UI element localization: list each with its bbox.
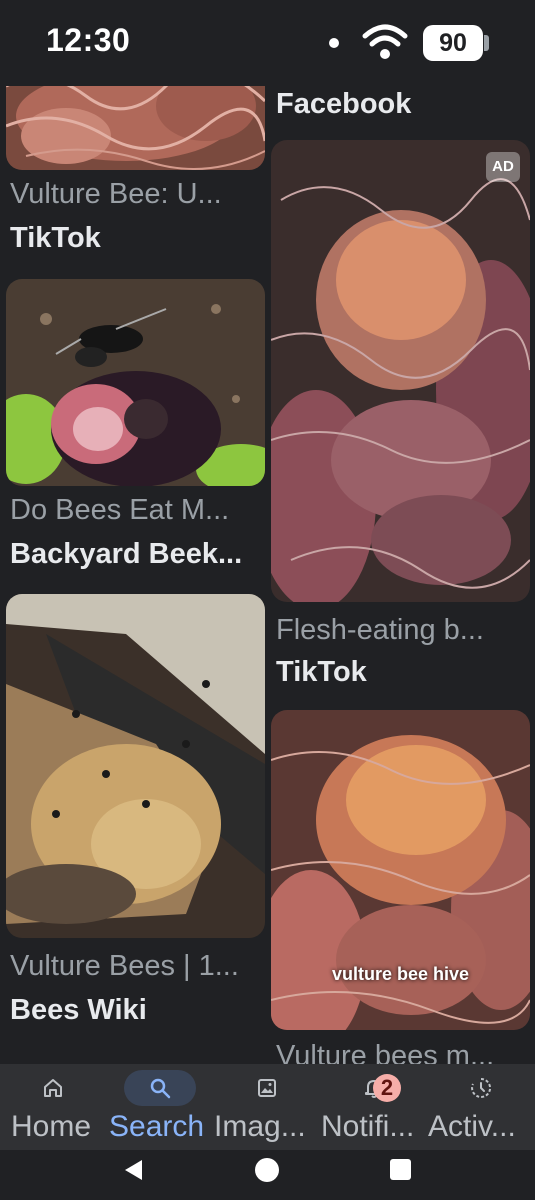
result-title[interactable]: Vulture bees m...: [276, 1040, 534, 1064]
nav-item-notifications[interactable]: 2 Notifi...: [321, 1064, 428, 1150]
result-title[interactable]: Vulture Bee: U...: [10, 178, 268, 211]
result-source: Backyard Beek...: [10, 538, 243, 570]
result-source: Bees Wiki: [10, 994, 147, 1026]
result-source: TikTok: [10, 222, 101, 254]
notification-dot-icon: [329, 38, 339, 48]
notification-count-badge: 2: [373, 1074, 401, 1102]
result-thumbnail[interactable]: [6, 594, 265, 938]
result-title[interactable]: Do Bees Eat M...: [10, 494, 268, 527]
result-source: TikTok: [276, 656, 367, 688]
nav-item-activity[interactable]: Activ...: [428, 1064, 535, 1150]
image-results-feed[interactable]: Vulture Bee: U... TikTok Do Bees Eat M..…: [0, 0, 535, 1064]
video-caption: vulture bee hive: [331, 964, 470, 984]
nav-label: Search: [109, 1110, 205, 1143]
home-button[interactable]: [255, 1158, 279, 1182]
nav-item-home[interactable]: Home: [0, 1064, 107, 1150]
bottom-navigation-bar: Home Search Imag... 2 Notifi... Activ...: [0, 1064, 535, 1150]
result-source: Facebook: [276, 88, 412, 120]
images-icon: [231, 1070, 303, 1106]
nav-label: Imag...: [214, 1110, 306, 1143]
status-time: 12:30: [46, 22, 131, 58]
result-title[interactable]: Vulture Bees | 1...: [10, 950, 268, 983]
result-thumbnail[interactable]: [6, 279, 265, 486]
nav-item-search[interactable]: Search: [107, 1064, 214, 1150]
battery-tip: [484, 35, 489, 51]
back-icon[interactable]: [122, 1158, 146, 1182]
nav-item-images[interactable]: Imag...: [214, 1064, 321, 1150]
result-thumbnail[interactable]: vulture bee hive: [271, 710, 530, 1030]
status-bar: 12:30 90: [0, 0, 535, 86]
search-icon: [124, 1070, 196, 1106]
result-thumbnail[interactable]: AD: [271, 140, 530, 602]
activity-icon: [445, 1070, 517, 1106]
system-navigation-bar: [0, 1150, 535, 1200]
result-title[interactable]: Flesh-eating b...: [276, 614, 534, 647]
wifi-icon: [362, 24, 408, 59]
recents-button[interactable]: [390, 1159, 411, 1180]
nav-label: Home: [11, 1110, 92, 1143]
home-icon: [17, 1070, 89, 1106]
nav-label: Notifi...: [321, 1110, 415, 1143]
ad-badge: AD: [486, 152, 520, 182]
nav-label: Activ...: [428, 1110, 516, 1143]
battery-icon: 90: [423, 25, 483, 61]
